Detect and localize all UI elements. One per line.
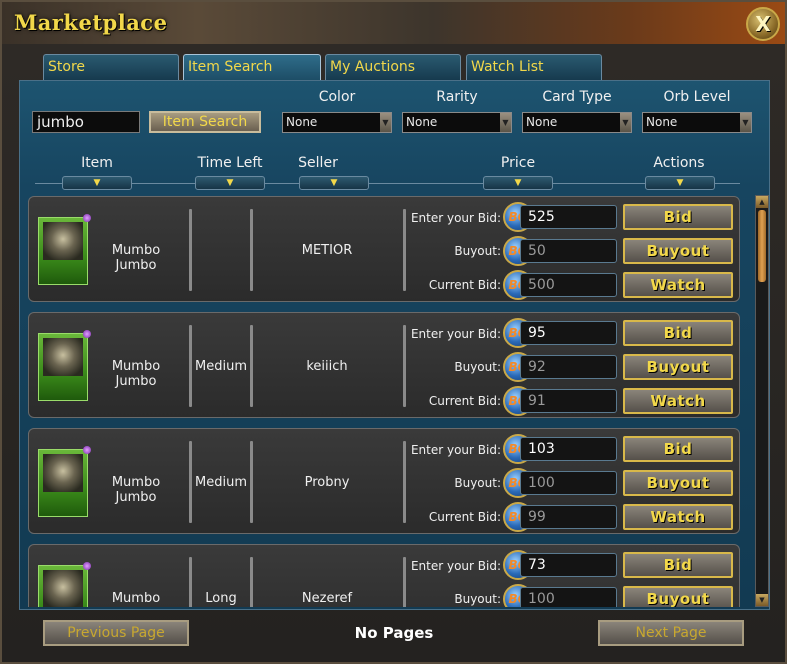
current-bid-value: 91 [520,389,617,413]
listing-item-name: Mumbo Jumbo [111,475,161,505]
watch-button[interactable]: Watch [623,504,733,530]
card-art-icon [43,570,83,607]
current-bid-label: Current Bid: [428,510,501,524]
previous-page-button[interactable]: Previous Page [43,620,189,646]
listing-seller: keiiich [306,359,348,374]
buyout-value: 100 [520,587,617,607]
current-bid-value: 99 [520,505,617,529]
buyout-label: Buyout: [454,592,501,606]
column-divider [189,209,192,291]
listing-time-left: Medium [195,359,247,374]
scrollbar-thumb[interactable] [758,210,766,282]
card-art-icon [43,222,83,260]
bid-input[interactable]: 103 [520,437,617,461]
card-thumbnail[interactable] [38,330,91,401]
orb-gem-icon [83,330,91,338]
listing-seller: Probny [304,475,350,490]
buyout-value: 100 [520,471,617,495]
bid-input[interactable]: 525 [520,205,617,229]
card-thumbnail[interactable] [38,562,91,607]
card-art-icon [43,338,83,376]
watch-button[interactable]: Watch [623,388,733,414]
scroll-down-icon[interactable]: ▼ [756,594,768,606]
card-thumbnail[interactable] [38,446,91,517]
listing-item-name: Mumbo Jumbo [111,359,161,389]
scroll-up-icon[interactable]: ▲ [756,196,768,208]
listing-time-left: Long [205,591,237,606]
next-page-button[interactable]: Next Page [598,620,744,646]
bid-button[interactable]: Bid [623,436,733,462]
listing-row: Mumbo Jumbo Medium Probny Enter your Bid… [28,428,740,534]
enter-bid-label: Enter your Bid: [410,559,501,573]
listing-seller: Nezeref [301,591,353,606]
listings-viewport: Mumbo Jumbo METIOR Enter your Bid: BG 52… [2,2,787,607]
orb-gem-icon [83,446,91,454]
enter-bid-label: Enter your Bid: [410,211,501,225]
bid-button[interactable]: Bid [623,552,733,578]
bid-input[interactable]: 73 [520,553,617,577]
buyout-label: Buyout: [454,360,501,374]
buyout-button[interactable]: Buyout [623,354,733,380]
buyout-value: 92 [520,355,617,379]
listing-row: Mumbo Jumbo METIOR Enter your Bid: BG 52… [28,196,740,302]
bid-button[interactable]: Bid [623,320,733,346]
listings-scrollbar[interactable]: ▲ ▼ [755,195,769,607]
marketplace-window: Marketplace X Store Item Search My Aucti… [0,0,787,664]
listing-item-name: Mumbo Jumbo [111,591,161,607]
orb-gem-icon [83,562,91,570]
buyout-value: 50 [520,239,617,263]
card-thumbnail[interactable] [38,214,91,285]
watch-button[interactable]: Watch [623,272,733,298]
buyout-button[interactable]: Buyout [623,586,733,607]
orb-gem-icon [83,214,91,222]
buyout-label: Buyout: [454,244,501,258]
current-bid-label: Current Bid: [428,278,501,292]
bid-button[interactable]: Bid [623,204,733,230]
enter-bid-label: Enter your Bid: [410,327,501,341]
listing-time-left: Medium [195,475,247,490]
card-art-icon [43,454,83,492]
listing-row: Mumbo Jumbo Medium keiiich Enter your Bi… [28,312,740,418]
current-bid-value: 500 [520,273,617,297]
bid-input[interactable]: 95 [520,321,617,345]
buyout-button[interactable]: Buyout [623,470,733,496]
listing-seller: METIOR [301,243,353,258]
listing-item-name: Mumbo Jumbo [111,243,161,273]
enter-bid-label: Enter your Bid: [410,443,501,457]
current-bid-label: Current Bid: [428,394,501,408]
buyout-label: Buyout: [454,476,501,490]
buyout-button[interactable]: Buyout [623,238,733,264]
listing-row: Mumbo Jumbo Long Nezeref Enter your Bid:… [28,544,740,607]
pagination-status: No Pages [354,624,434,642]
